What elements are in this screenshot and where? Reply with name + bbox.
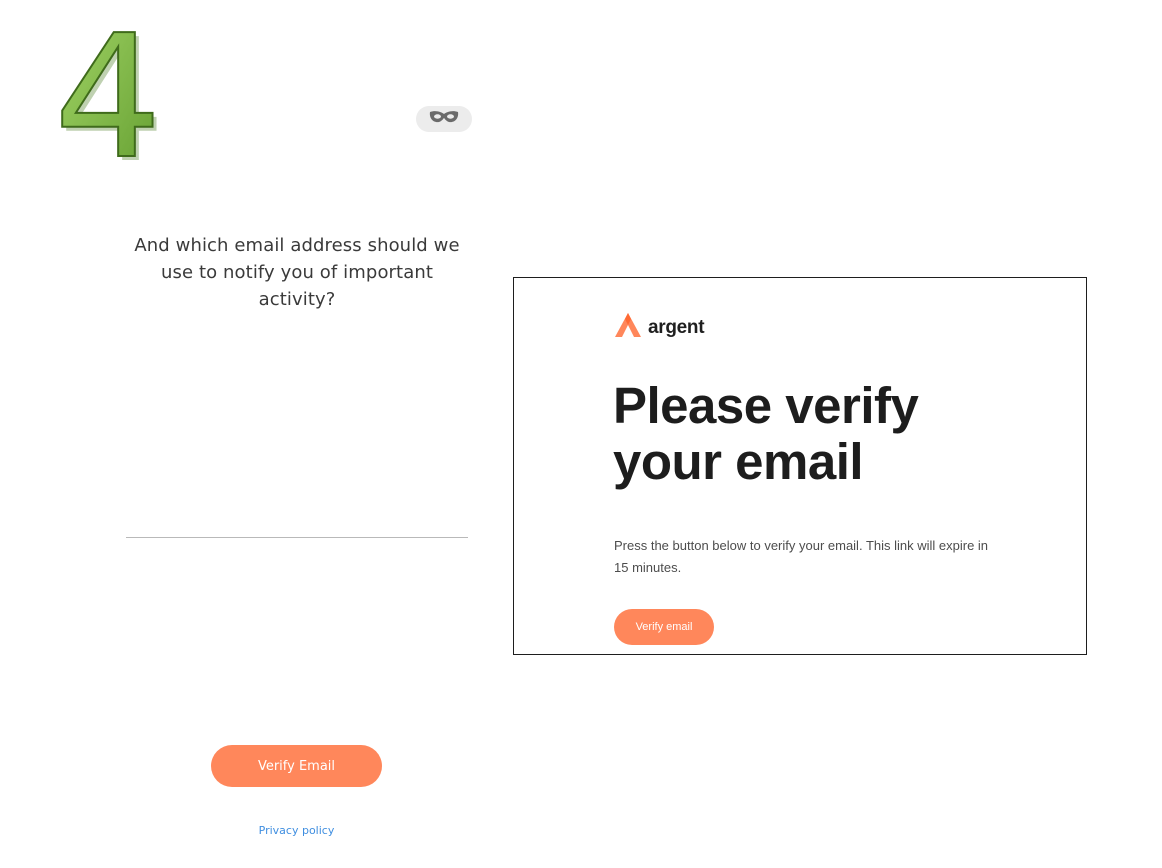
email-body-text: Press the button below to verify your em… bbox=[614, 538, 989, 575]
step-number-text: 4 bbox=[54, 8, 162, 168]
onboarding-email-screen: 4 4 And which email address should we us… bbox=[0, 0, 1162, 868]
argent-brand: argent bbox=[614, 312, 705, 343]
verify-email-button-label: Verify Email bbox=[257, 758, 336, 774]
argent-logo-icon bbox=[614, 312, 642, 343]
step-number: 4 4 bbox=[50, 8, 170, 168]
verify-email-button[interactable]: Verify Email bbox=[211, 745, 382, 787]
privacy-policy-link[interactable]: Privacy policy bbox=[211, 824, 382, 837]
mask-icon bbox=[428, 109, 460, 130]
brand-name: argent bbox=[648, 316, 705, 338]
email-verify-button[interactable]: Verify email bbox=[614, 609, 714, 645]
privacy-mask-toggle[interactable] bbox=[416, 106, 472, 132]
email-verify-button-label: Verify email bbox=[635, 621, 693, 633]
email-title: Please verify your email bbox=[613, 377, 919, 490]
verification-email-preview: argent Please verify your email Press th… bbox=[513, 277, 1087, 655]
question-text: And which email address should we use to… bbox=[134, 235, 460, 310]
email-field[interactable] bbox=[126, 506, 468, 538]
